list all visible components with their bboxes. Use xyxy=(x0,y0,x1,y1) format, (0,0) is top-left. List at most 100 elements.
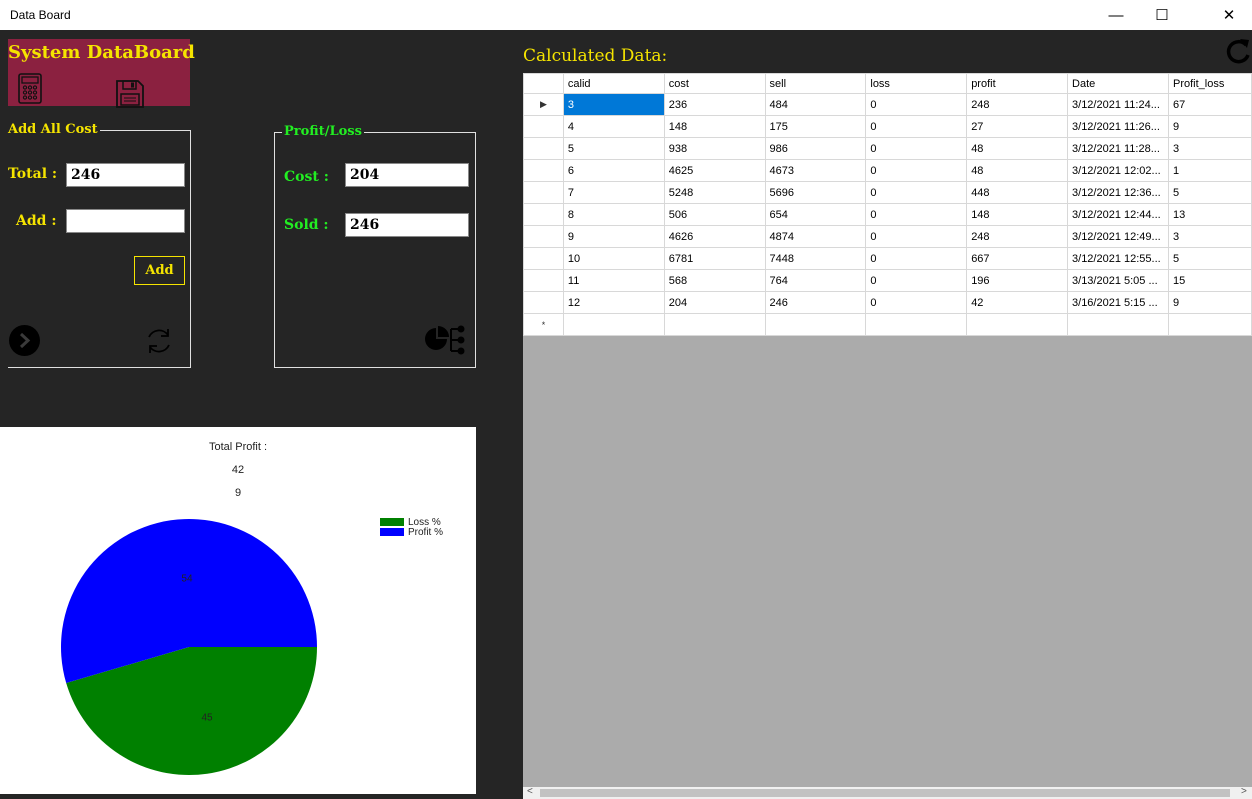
new-row[interactable]: * xyxy=(523,313,1252,336)
table-cell-calid[interactable]: 5 xyxy=(562,137,665,160)
table-cell-calid[interactable]: 11 xyxy=(562,269,665,292)
new-row-cell[interactable] xyxy=(663,313,766,336)
table-row[interactable]: ▶ 3 236 484 0 248 3/12/2021 11:24... 67 xyxy=(523,93,1252,116)
table-cell-profit_loss[interactable]: 15 xyxy=(1168,269,1252,292)
table-cell-profit_loss[interactable]: 1 xyxy=(1168,159,1252,182)
table-cell-calid[interactable]: 7 xyxy=(562,181,665,204)
table-cell-profit_loss[interactable]: 5 xyxy=(1168,247,1252,270)
table-cell-loss[interactable]: 0 xyxy=(865,203,968,226)
add-field[interactable] xyxy=(66,209,185,233)
table-cell-profit[interactable]: 448 xyxy=(966,181,1069,204)
scroll-right-arrow-icon[interactable]: > xyxy=(1241,786,1247,797)
table-cell-calid[interactable]: 8 xyxy=(562,203,665,226)
row-header[interactable] xyxy=(523,225,564,248)
table-cell-cost[interactable]: 148 xyxy=(663,115,766,138)
minimize-button[interactable]: — xyxy=(1093,0,1139,30)
table-cell-date[interactable]: 3/12/2021 11:28... xyxy=(1067,137,1169,160)
table-cell-date[interactable]: 3/12/2021 12:49... xyxy=(1067,225,1169,248)
scrollbar-thumb[interactable] xyxy=(540,789,1230,797)
table-cell-profit[interactable]: 27 xyxy=(966,115,1069,138)
table-cell-sell[interactable]: 986 xyxy=(764,137,867,160)
table-cell-sell[interactable]: 5696 xyxy=(764,181,867,204)
table-cell-cost[interactable]: 6781 xyxy=(663,247,766,270)
new-row-cell[interactable] xyxy=(1168,313,1252,336)
table-cell-date[interactable]: 3/12/2021 12:02... xyxy=(1067,159,1169,182)
row-header[interactable]: ▶ xyxy=(523,93,564,116)
table-cell-profit[interactable]: 248 xyxy=(966,93,1069,116)
row-header[interactable] xyxy=(523,115,564,138)
maximize-button[interactable]: ☐ xyxy=(1139,0,1185,30)
new-row-marker[interactable]: * xyxy=(523,313,564,336)
table-cell-date[interactable]: 3/12/2021 12:36... xyxy=(1067,181,1169,204)
table-cell-cost[interactable]: 236 xyxy=(663,93,766,116)
table-cell-calid[interactable]: 12 xyxy=(562,291,665,314)
table-cell-loss[interactable]: 0 xyxy=(865,247,968,270)
total-field[interactable]: 246 xyxy=(66,163,185,187)
table-cell-date[interactable]: 3/12/2021 12:55... xyxy=(1067,247,1169,270)
data-grid[interactable]: calid cost sell loss profit Date Profit_loss ▶… xyxy=(523,73,1252,799)
table-cell-sell[interactable]: 4874 xyxy=(764,225,867,248)
new-row-cell[interactable] xyxy=(966,313,1069,336)
floppy-save-icon[interactable] xyxy=(115,79,145,109)
table-cell-profit[interactable]: 667 xyxy=(966,247,1069,270)
table-cell-cost[interactable]: 938 xyxy=(663,137,766,160)
table-row[interactable]: 5 938 986 0 48 3/12/2021 11:28... 3 xyxy=(523,137,1252,160)
scroll-left-arrow-icon[interactable]: < xyxy=(527,786,533,797)
table-cell-loss[interactable]: 0 xyxy=(865,269,968,292)
new-row-cell[interactable] xyxy=(764,313,867,336)
table-row[interactable]: 11 568 764 0 196 3/13/2021 5:05 ... 15 xyxy=(523,269,1252,292)
new-row-cell[interactable] xyxy=(1067,313,1169,336)
table-cell-profit[interactable]: 42 xyxy=(966,291,1069,314)
table-cell-sell[interactable]: 484 xyxy=(764,93,867,116)
column-header-sell[interactable]: sell xyxy=(764,73,867,94)
column-header-loss[interactable]: loss xyxy=(865,73,968,94)
row-header[interactable] xyxy=(523,181,564,204)
next-arrow-icon[interactable] xyxy=(8,324,41,357)
table-cell-loss[interactable]: 0 xyxy=(865,137,968,160)
horizontal-scrollbar[interactable]: < > xyxy=(523,786,1252,799)
table-cell-cost[interactable]: 204 xyxy=(663,291,766,314)
table-cell-date[interactable]: 3/12/2021 11:24... xyxy=(1067,93,1169,116)
column-header-profit[interactable]: profit xyxy=(966,73,1069,94)
table-cell-profit_loss[interactable]: 9 xyxy=(1168,291,1252,314)
column-header-profit_loss[interactable]: Profit_loss xyxy=(1168,73,1252,94)
table-cell-profit_loss[interactable]: 13 xyxy=(1168,203,1252,226)
table-row[interactable]: 6 4625 4673 0 48 3/12/2021 12:02... 1 xyxy=(523,159,1252,182)
table-row[interactable]: 8 506 654 0 148 3/12/2021 12:44... 13 xyxy=(523,203,1252,226)
reload-icon[interactable] xyxy=(1224,36,1252,66)
table-cell-loss[interactable]: 0 xyxy=(865,291,968,314)
table-cell-profit_loss[interactable]: 5 xyxy=(1168,181,1252,204)
table-cell-calid[interactable]: 3 xyxy=(562,93,665,116)
table-cell-cost[interactable]: 5248 xyxy=(663,181,766,204)
table-cell-sell[interactable]: 175 xyxy=(764,115,867,138)
column-header-calid[interactable]: calid xyxy=(562,73,665,94)
table-cell-sell[interactable]: 7448 xyxy=(764,247,867,270)
table-row[interactable]: 9 4626 4874 0 248 3/12/2021 12:49... 3 xyxy=(523,225,1252,248)
table-cell-calid[interactable]: 6 xyxy=(562,159,665,182)
table-cell-profit[interactable]: 248 xyxy=(966,225,1069,248)
table-cell-sell[interactable]: 4673 xyxy=(764,159,867,182)
row-header[interactable] xyxy=(523,291,564,314)
new-row-cell[interactable] xyxy=(562,313,665,336)
column-header-date[interactable]: Date xyxy=(1067,73,1169,94)
table-cell-cost[interactable]: 506 xyxy=(663,203,766,226)
table-cell-calid[interactable]: 9 xyxy=(562,225,665,248)
table-row[interactable]: 4 148 175 0 27 3/12/2021 11:26... 9 xyxy=(523,115,1252,138)
table-cell-loss[interactable]: 0 xyxy=(865,181,968,204)
table-cell-date[interactable]: 3/12/2021 12:44... xyxy=(1067,203,1169,226)
table-cell-loss[interactable]: 0 xyxy=(865,115,968,138)
table-cell-profit[interactable]: 196 xyxy=(966,269,1069,292)
table-row[interactable]: 12 204 246 0 42 3/16/2021 5:15 ... 9 xyxy=(523,291,1252,314)
table-cell-sell[interactable]: 246 xyxy=(764,291,867,314)
table-cell-date[interactable]: 3/12/2021 11:26... xyxy=(1067,115,1169,138)
pie-chart-icon[interactable] xyxy=(425,321,467,357)
add-button[interactable]: Add xyxy=(134,256,185,285)
table-cell-profit[interactable]: 48 xyxy=(966,137,1069,160)
table-cell-profit_loss[interactable]: 67 xyxy=(1168,93,1252,116)
table-cell-calid[interactable]: 10 xyxy=(562,247,665,270)
row-header[interactable] xyxy=(523,203,564,226)
cost-field[interactable]: 204 xyxy=(345,163,469,187)
table-cell-calid[interactable]: 4 xyxy=(562,115,665,138)
row-header[interactable] xyxy=(523,269,564,292)
table-cell-loss[interactable]: 0 xyxy=(865,225,968,248)
